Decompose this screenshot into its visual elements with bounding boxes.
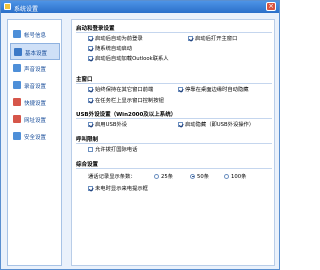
radio[interactable] — [154, 173, 159, 179]
sidebar-item-label: 录音设置 — [24, 84, 47, 90]
checkbox[interactable] — [88, 86, 93, 92]
sidebar: 帐号信息 基本设置 声音设置 录音设置 快捷设置 网址设置 安全设置 — [7, 19, 62, 266]
sidebar-item-security[interactable]: 安全设置 — [10, 128, 60, 145]
checkbox[interactable] — [88, 55, 93, 61]
sidebar-item-web[interactable]: 网址设置 — [10, 111, 60, 128]
sound-icon — [13, 64, 21, 72]
checkbox[interactable] — [88, 185, 93, 191]
checkbox[interactable] — [88, 146, 93, 152]
divider — [76, 32, 272, 33]
section-title: 启动和登录设置 — [76, 26, 115, 32]
sidebar-item-record[interactable]: 录音设置 — [10, 77, 60, 94]
option-international[interactable]: 允许拨打国际电话 — [88, 145, 137, 153]
security-icon — [13, 132, 21, 140]
web-icon — [13, 115, 21, 123]
settings-window: 系统设置 × 帐号信息 基本设置 声音设置 录音设置 快捷设置 网址设置 安全设… — [0, 0, 280, 270]
settings-panel: 启动和登录设置 启动后自动为前登录 启动后打开主窗口 随系统自动启动 启动后自动… — [71, 19, 275, 266]
divider — [76, 168, 272, 169]
option-autostart[interactable]: 随系统自动启动 — [88, 44, 132, 52]
sidebar-item-label: 快捷设置 — [24, 101, 47, 107]
radio-25[interactable]: 25条 — [154, 172, 173, 180]
radio-50[interactable]: 50条 — [190, 172, 209, 180]
option-taskbar-buttons[interactable]: 在任务栏上显示窗口控制按钮 — [88, 96, 164, 104]
checkbox[interactable] — [88, 121, 93, 127]
checkbox[interactable] — [188, 35, 193, 41]
option-outlook[interactable]: 启动后自动加载Outlook联系人 — [88, 54, 169, 62]
radio[interactable] — [190, 173, 195, 179]
app-icon — [4, 3, 11, 10]
radio[interactable] — [224, 173, 229, 179]
sidebar-item-label: 声音设置 — [24, 67, 47, 73]
option-usb-hide[interactable]: 启动隐藏（即USB外设操作） — [178, 120, 254, 128]
sidebar-item-label: 安全设置 — [24, 135, 47, 141]
option-dock-autohide[interactable]: 停靠在桌面边缘时自动隐藏 — [178, 85, 249, 93]
user-icon — [13, 30, 21, 38]
sidebar-item-label: 帐号信息 — [24, 33, 47, 39]
record-icon — [13, 81, 21, 89]
shortcut-icon — [13, 98, 21, 106]
checkbox[interactable] — [88, 45, 93, 51]
sidebar-item-account[interactable]: 帐号信息 — [10, 26, 60, 43]
divider — [76, 118, 272, 119]
checkbox[interactable] — [88, 35, 93, 41]
sidebar-item-basic[interactable]: 基本设置 — [10, 43, 60, 60]
section-title: 呼叫限制 — [76, 137, 99, 143]
records-label: 通话记录显示条数： — [88, 174, 136, 180]
option-incoming-popup[interactable]: 未电时显示来电提示框 — [88, 184, 148, 192]
option-usb-enable[interactable]: 启用USB外设 — [88, 120, 127, 128]
sidebar-item-sound[interactable]: 声音设置 — [10, 60, 60, 77]
option-always-on-top[interactable]: 始终保持在其它窗口前端 — [88, 85, 153, 93]
section-title: 主窗口 — [76, 77, 93, 83]
sidebar-item-label: 基本设置 — [25, 51, 48, 57]
divider — [76, 143, 272, 144]
window-title: 系统设置 — [14, 6, 39, 13]
section-title: USB外设设置（Win2000及以上系统） — [76, 112, 177, 118]
checkbox[interactable] — [178, 121, 183, 127]
option-open-main[interactable]: 启动后打开主窗口 — [188, 34, 237, 42]
sidebar-item-shortcut[interactable]: 快捷设置 — [10, 94, 60, 111]
divider — [76, 83, 272, 84]
radio-100[interactable]: 100条 — [224, 172, 246, 180]
sidebar-item-label: 网址设置 — [24, 118, 47, 124]
checkbox[interactable] — [88, 97, 93, 103]
checkbox[interactable] — [178, 86, 183, 92]
section-title: 综合设置 — [76, 162, 99, 168]
close-button[interactable]: × — [266, 2, 276, 11]
title-bar: 系统设置 × — [1, 1, 279, 13]
option-auto-login[interactable]: 启动后自动为前登录 — [88, 34, 143, 42]
settings-icon — [14, 48, 22, 56]
